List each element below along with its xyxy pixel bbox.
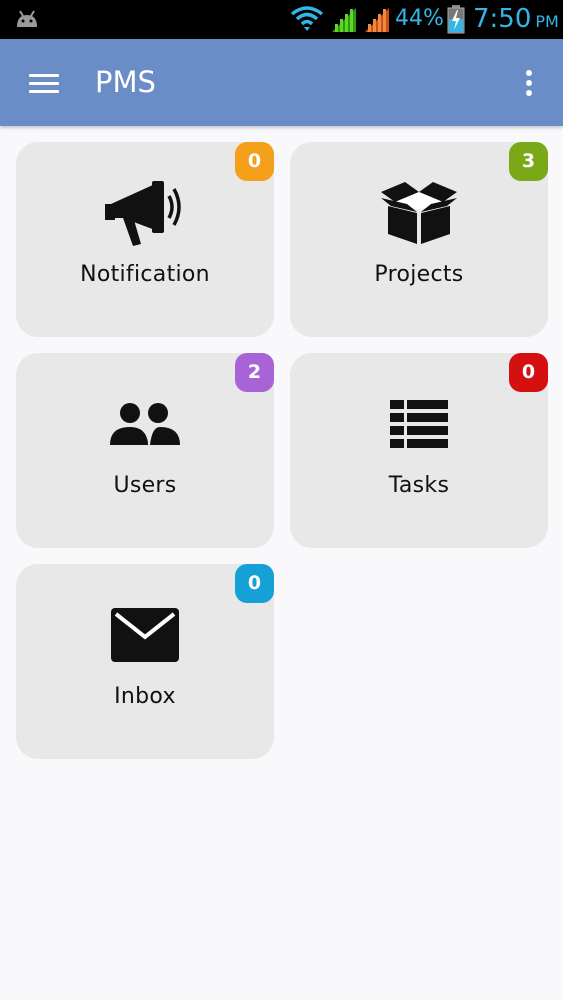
open-box-icon [381, 182, 457, 244]
tile-label: Users [113, 473, 177, 498]
wifi-icon [290, 6, 324, 31]
tile-label: Notification [80, 262, 210, 287]
hamburger-menu-icon[interactable] [22, 64, 66, 102]
count-badge: 0 [235, 142, 274, 181]
count-badge: 3 [509, 142, 548, 181]
battery-charging-icon [447, 5, 465, 34]
signal-icon [365, 8, 389, 32]
android-icon [17, 10, 37, 27]
tile-label: Tasks [388, 473, 450, 498]
list-icon [390, 400, 448, 448]
status-bar: 44% 7:50 PM [0, 0, 563, 39]
envelope-icon [111, 608, 179, 662]
battery-percent: 44% [395, 6, 444, 31]
tile-tasks[interactable]: Tasks 0 [290, 353, 548, 548]
clock: 7:50 PM [473, 3, 559, 38]
megaphone-icon [105, 181, 181, 246]
tile-notification[interactable]: Notification 0 [16, 142, 274, 337]
count-badge: 0 [509, 353, 548, 392]
app-toolbar: PMS [0, 39, 563, 126]
signal-icon [332, 8, 356, 32]
clock-time: 7:50 [473, 4, 532, 34]
tile-users[interactable]: Users 2 [16, 353, 274, 548]
count-badge: 2 [235, 353, 274, 392]
more-vert-icon[interactable] [514, 64, 544, 102]
clock-ampm: PM [535, 12, 559, 31]
tile-label: Inbox [114, 684, 176, 709]
tile-projects[interactable]: Projects 3 [290, 142, 548, 337]
tile-label: Projects [374, 262, 464, 287]
count-badge: 0 [235, 564, 274, 603]
tile-inbox[interactable]: Inbox 0 [16, 564, 274, 759]
users-icon [110, 403, 180, 445]
app-title: PMS [95, 65, 156, 99]
